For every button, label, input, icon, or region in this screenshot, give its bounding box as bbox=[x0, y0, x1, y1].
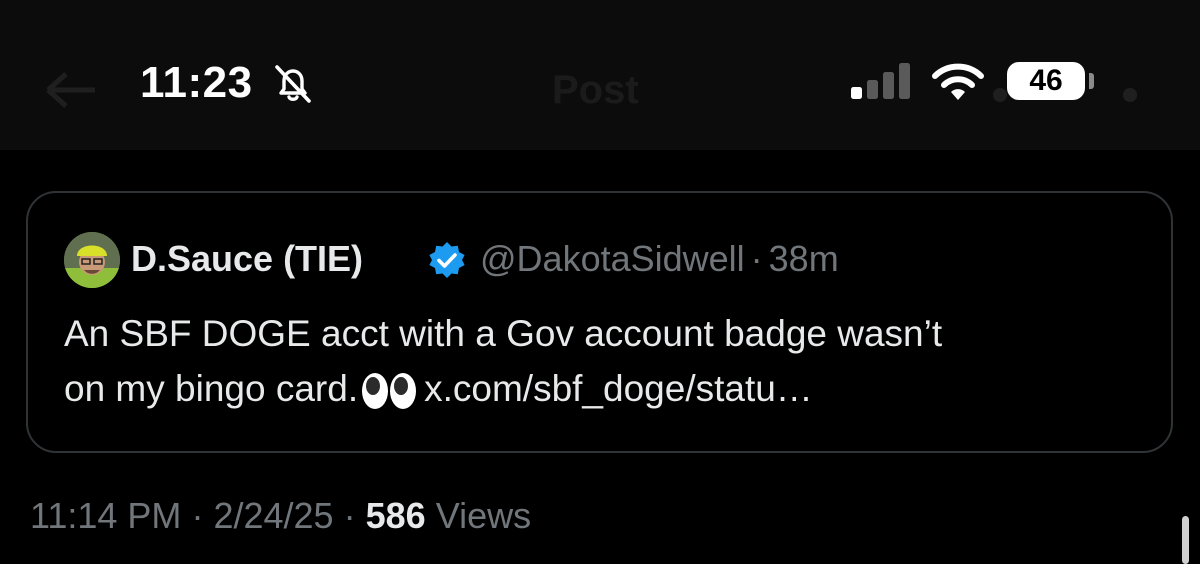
scrollbar[interactable] bbox=[1182, 516, 1189, 564]
wifi-icon bbox=[932, 63, 984, 100]
eyes-emoji bbox=[362, 373, 417, 410]
post-date: 2/24/25 bbox=[213, 495, 334, 536]
quoted-display-name[interactable]: D.Sauce (TIE) bbox=[131, 238, 363, 280]
quoted-handle[interactable]: @DakotaSidwell bbox=[480, 238, 745, 279]
battery-icon: 46 bbox=[1007, 62, 1085, 100]
back-arrow-icon[interactable] bbox=[40, 70, 100, 110]
quoted-post-text: An SBF DOGE acct with a Gov account badg… bbox=[64, 306, 1154, 416]
text-line-2-start: on my bingo card. bbox=[64, 368, 359, 409]
nav-title: Post bbox=[552, 68, 639, 112]
avatar[interactable] bbox=[64, 232, 120, 288]
quoted-age: 38m bbox=[768, 238, 839, 279]
battery-tip bbox=[1089, 73, 1094, 89]
post-link[interactable]: x.com/sbf_doge/statu… bbox=[424, 368, 813, 409]
text-line-1: An SBF DOGE acct with a Gov account badg… bbox=[64, 313, 943, 354]
cellular-signal-icon bbox=[851, 63, 910, 99]
meta-separator: · bbox=[343, 495, 356, 536]
verified-badge-icon bbox=[429, 242, 465, 278]
battery-level: 46 bbox=[1029, 64, 1063, 97]
meta-separator: · bbox=[191, 495, 204, 536]
views-label: Views bbox=[435, 495, 532, 536]
status-time: 11:23 bbox=[140, 58, 253, 107]
text-line-2: on my bingo card. x.com/sbf_doge/statu… bbox=[64, 361, 1154, 416]
quoted-handle-time: @DakotaSidwell · 38m bbox=[480, 238, 839, 280]
post-meta: 11:14 PM · 2/24/25 · 586 Views bbox=[30, 495, 531, 537]
post-time: 11:14 PM bbox=[30, 495, 182, 536]
views-count: 586 bbox=[365, 495, 426, 536]
bell-slash-icon bbox=[275, 65, 311, 103]
separator: · bbox=[750, 238, 763, 279]
status-bar: Post 11:23 46 bbox=[0, 0, 1200, 150]
